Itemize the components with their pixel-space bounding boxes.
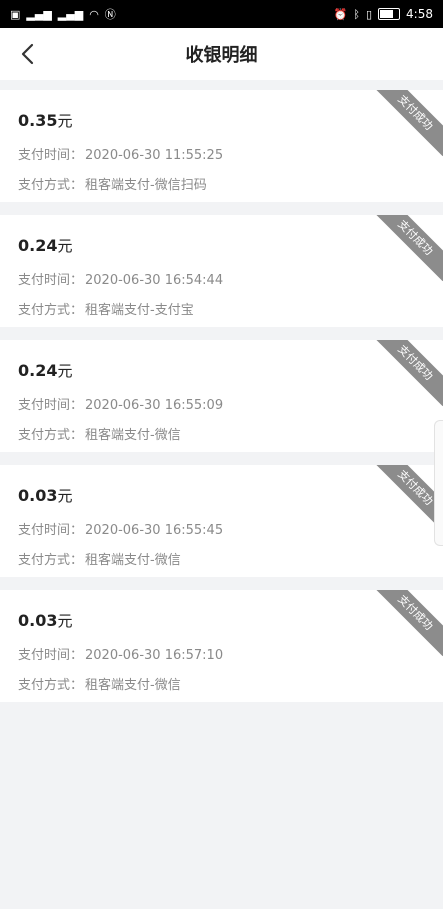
side-handle[interactable] [434,420,443,546]
amount-value: 0.35 [18,111,58,130]
hd-icon: ▣ [10,7,21,21]
pay-time-value: 2020-06-30 16:57:10 [85,648,224,663]
pay-time-label: 支付时间： [18,398,84,413]
amount-unit: 元 [57,112,73,130]
pay-method-label: 支付方式： [18,303,84,318]
nfc-icon: Ⓝ [104,7,116,21]
pay-method-row: 支付方式： 租客端支付-支付宝 [18,299,425,318]
pay-method-label: 支付方式： [18,178,84,193]
pay-method-row: 支付方式： 租客端支付-微信 [18,424,425,443]
record-card[interactable]: 0.24元 支付时间： 2020-06-30 16:55:09 支付方式： 租客端支… [0,340,443,452]
signal-icon: ▂▄▆ [26,7,52,21]
pay-method-value: 租客端支付-支付宝 [85,303,194,318]
pay-time-label: 支付时间： [18,148,84,163]
amount-unit: 元 [57,362,73,380]
record-list: 0.35元 支付时间： 2020-06-30 11:55:25 支付方式： 租客端支… [0,80,443,702]
battery-icon [378,8,401,20]
amount: 0.24元 [18,235,425,257]
signal-icon: ▂▄▆ [57,7,84,21]
record-card[interactable]: 0.03元 支付时间： 2020-06-30 16:57:10 支付方式： 租客端支… [0,590,443,702]
pay-time-row: 支付时间： 2020-06-30 16:55:09 [18,394,425,413]
pay-method-label: 支付方式： [18,678,84,693]
amount-unit: 元 [57,487,73,505]
amount: 0.03元 [18,610,425,632]
status-icons-left: ▣ ▂▄▆ ▂▄▆ ◠ Ⓝ [10,9,116,20]
pay-time-value: 2020-06-30 16:54:44 [85,273,224,288]
pay-method-value: 租客端支付-微信扫码 [85,178,207,193]
pay-time-row: 支付时间： 2020-06-30 16:57:10 [18,644,425,663]
amount-value: 0.03 [18,486,58,505]
pay-time-value: 2020-06-30 16:55:09 [85,398,224,413]
amount-value: 0.24 [18,236,58,255]
amount-value: 0.24 [18,361,58,380]
amount-value: 0.03 [18,611,58,630]
pay-method-value: 租客端支付-微信 [85,553,181,568]
wifi-icon: ◠ [89,7,99,21]
amount-unit: 元 [57,612,73,630]
record-card[interactable]: 0.35元 支付时间： 2020-06-30 11:55:25 支付方式： 租客端支… [0,90,443,202]
vibrate-icon: ▯ [365,7,373,21]
pay-time-label: 支付时间： [18,273,84,288]
amount-unit: 元 [57,237,73,255]
pay-method-row: 支付方式： 租客端支付-微信 [18,674,425,693]
pay-method-label: 支付方式： [18,428,84,443]
pay-method-value: 租客端支付-微信 [85,678,181,693]
back-button[interactable] [14,40,42,68]
amount: 0.24元 [18,360,425,382]
pay-time-label: 支付时间： [18,648,84,663]
record-card[interactable]: 0.03元 支付时间： 2020-06-30 16:55:45 支付方式： 租客端支… [0,465,443,577]
status-bar: ▣ ▂▄▆ ▂▄▆ ◠ Ⓝ ⏰ ᛒ ▯ 4:58 [0,0,443,28]
pay-method-row: 支付方式： 租客端支付-微信扫码 [18,174,425,193]
status-icons-right: ⏰ ᛒ ▯ 4:58 [334,7,433,21]
pay-time-row: 支付时间： 2020-06-30 16:54:44 [18,269,425,288]
pay-method-row: 支付方式： 租客端支付-微信 [18,549,425,568]
page-title: 收银明细 [185,45,258,66]
pay-method-label: 支付方式： [18,553,84,568]
pay-time-value: 2020-06-30 11:55:25 [85,148,224,163]
status-time: 4:58 [406,7,433,21]
amount: 0.35元 [18,110,425,132]
alarm-icon: ⏰ [333,7,348,21]
pay-time-label: 支付时间： [18,523,84,538]
amount: 0.03元 [18,485,425,507]
pay-time-row: 支付时间： 2020-06-30 11:55:25 [18,144,425,163]
pay-method-value: 租客端支付-微信 [85,428,181,443]
pay-time-value: 2020-06-30 16:55:45 [85,523,224,538]
nav-bar: 收银明细 [0,28,443,80]
pay-time-row: 支付时间： 2020-06-30 16:55:45 [18,519,425,538]
bluetooth-icon: ᛒ [353,7,360,21]
record-card[interactable]: 0.24元 支付时间： 2020-06-30 16:54:44 支付方式： 租客端支… [0,215,443,327]
chevron-left-icon [21,43,34,65]
